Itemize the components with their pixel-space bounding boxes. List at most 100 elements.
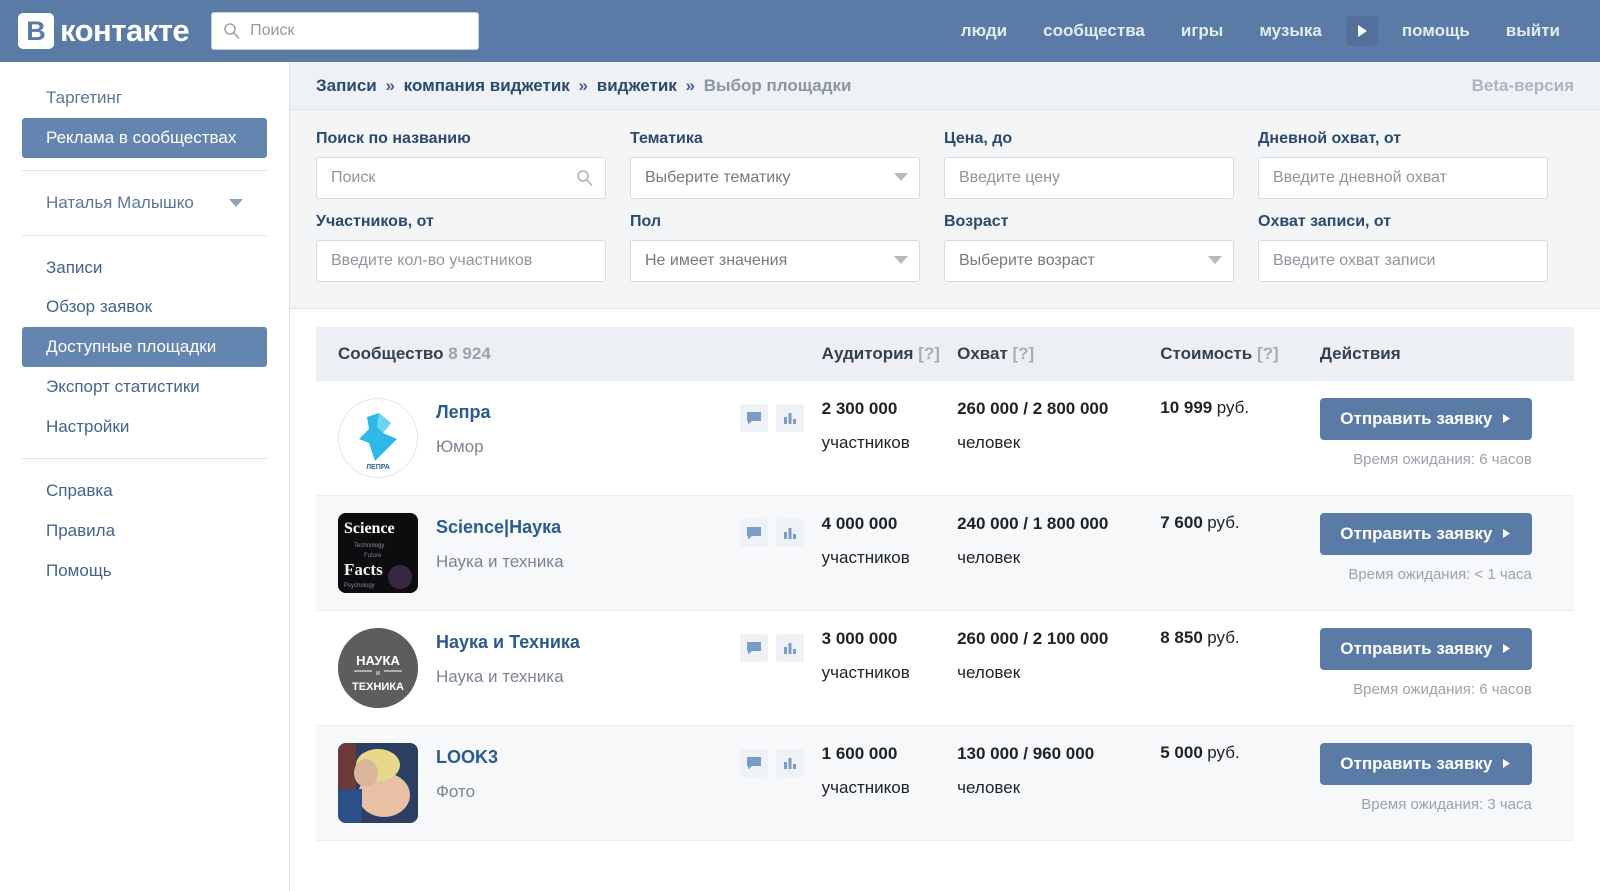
svg-text:НАУКА: НАУКА (356, 653, 400, 668)
reach-value: 130 000 / 960 000 (957, 743, 1160, 764)
topic-select[interactable]: Выберите тематику (630, 157, 920, 199)
price-currency: руб. (1207, 743, 1239, 762)
look3-photo[interactable] (338, 743, 418, 823)
bar-chart-icon[interactable] (776, 404, 804, 432)
svg-text:и: и (376, 670, 380, 677)
filter-daily-reach-min: Дневной охват, от (1258, 130, 1548, 199)
wait-time-text: Время ожидания: 6 часов (1320, 451, 1532, 468)
send-request-button[interactable]: Отправить заявку (1320, 513, 1532, 555)
send-request-label: Отправить заявку (1340, 524, 1492, 544)
sidebar-item-export-stats[interactable]: Экспорт статистики (22, 367, 267, 407)
send-request-button[interactable]: Отправить заявку (1320, 398, 1532, 440)
community-name-link[interactable]: Science|Наука (436, 517, 564, 538)
message-icon[interactable] (740, 749, 768, 777)
filter-label: Тематика (630, 130, 920, 148)
community-name-link[interactable]: Наука и Техника (436, 632, 580, 653)
message-icon[interactable] (740, 519, 768, 547)
sidebar-divider-3 (22, 458, 267, 459)
column-header-label: Сообщество (338, 344, 444, 363)
nav-item-communities[interactable]: сообщества (1025, 15, 1163, 47)
nav-item-games[interactable]: игры (1163, 15, 1241, 47)
age-select[interactable]: Выберите возраст (944, 240, 1234, 282)
column-header-label: Стоимость (1160, 344, 1252, 363)
price-cell: 7 600 руб. (1160, 513, 1320, 533)
filter-label: Пол (630, 213, 920, 231)
arrow-right-icon (1502, 409, 1511, 429)
members-input[interactable] (316, 240, 606, 282)
sidebar-item-requests[interactable]: Обзор заявок (22, 287, 267, 327)
vk-logo-text: контакте (60, 13, 189, 49)
daily-reach-input[interactable] (1258, 157, 1548, 199)
table-row: LOOK3 Фото 1 (316, 726, 1574, 841)
audience-unit: участников (822, 663, 957, 683)
price-help-icon[interactable]: [?] (1257, 344, 1279, 363)
nav-item-people[interactable]: люди (943, 15, 1025, 47)
message-icon[interactable] (740, 634, 768, 662)
breadcrumb-item-widget[interactable]: виджетик (597, 76, 677, 95)
sidebar-item-help[interactable]: Помощь (22, 551, 267, 591)
community-name-link[interactable]: Лепра (436, 402, 491, 423)
post-reach-input[interactable] (1258, 240, 1548, 282)
sidebar-item-records[interactable]: Записи (22, 248, 267, 288)
message-icon[interactable] (740, 404, 768, 432)
community-cell: НАУКА и ТЕХНИКА Наука и Техника Наука и … (338, 628, 822, 708)
send-request-label: Отправить заявку (1340, 409, 1492, 429)
bar-chart-icon[interactable] (776, 634, 804, 662)
bar-chart-icon[interactable] (776, 519, 804, 547)
search-name-input[interactable] (316, 157, 606, 199)
filter-row-2: Участников, от Пол Не имеет значения В (316, 213, 1574, 282)
sidebar-item-reference[interactable]: Справка (22, 471, 267, 511)
vk-logo[interactable]: В контакте (18, 11, 189, 51)
svg-text:Future: Future (364, 553, 382, 559)
breadcrumb-item-campaign[interactable]: компания виджетик (404, 76, 570, 95)
play-icon[interactable] (1346, 16, 1378, 46)
nav-item-logout[interactable]: выйти (1488, 15, 1578, 47)
age-select-value: Выберите возраст (959, 252, 1095, 270)
audience-cell: 1 600 000 участников (822, 743, 957, 798)
nav-item-help[interactable]: помощь (1384, 15, 1488, 47)
filter-row-1: Поиск по названию Тематика Выберите те (316, 130, 1574, 199)
community-cell: Science Technology Future Facts Psycholo… (338, 513, 822, 593)
filter-search-by-name: Поиск по названию (316, 130, 606, 199)
nav-item-music[interactable]: музыка (1241, 15, 1340, 47)
reach-help-icon[interactable]: [?] (1013, 344, 1035, 363)
price-currency: руб. (1207, 513, 1239, 532)
filter-gender: Пол Не имеет значения (630, 213, 920, 282)
communities-table: Сообщество 8 924 Аудитория [?] Охват [?]… (290, 309, 1600, 841)
table-row: Science Technology Future Facts Psycholo… (316, 496, 1574, 611)
community-topic: Юмор (436, 437, 491, 457)
account-selector[interactable]: Наталья Малышко (22, 183, 267, 223)
wait-time-text: Время ожидания: 6 часов (1320, 681, 1532, 698)
price-input[interactable] (944, 157, 1234, 199)
search-input[interactable] (211, 12, 479, 50)
topic-select-value: Выберите тематику (645, 169, 790, 187)
nauka-logo[interactable]: НАУКА и ТЕХНИКА (338, 628, 418, 708)
reach-value: 260 000 / 2 800 000 (957, 398, 1160, 419)
header-search[interactable] (211, 12, 479, 50)
community-topic: Наука и техника (436, 667, 580, 687)
top-nav: люди сообщества игры музыка помощь выйти (943, 15, 1600, 47)
audience-unit: участников (822, 548, 957, 568)
community-meta: Science|Наука Наука и техника (436, 513, 564, 572)
breadcrumb-item-records[interactable]: Записи (316, 76, 377, 95)
community-name-link[interactable]: LOOK3 (436, 747, 498, 768)
gender-select[interactable]: Не имеет значения (630, 240, 920, 282)
audience-help-icon[interactable]: [?] (918, 344, 940, 363)
breadcrumb-separator: » (579, 76, 588, 95)
reach-cell: 260 000 / 2 100 000 человек (957, 628, 1160, 683)
science-logo[interactable]: Science Technology Future Facts Psycholo… (338, 513, 418, 593)
bar-chart-icon[interactable] (776, 749, 804, 777)
svg-text:Science: Science (344, 520, 395, 537)
send-request-button[interactable]: Отправить заявку (1320, 743, 1532, 785)
sidebar-item-settings[interactable]: Настройки (22, 407, 267, 447)
send-request-button[interactable]: Отправить заявку (1320, 628, 1532, 670)
reach-unit: человек (957, 433, 1160, 453)
sidebar-item-community-ads[interactable]: Реклама в сообществах (22, 118, 267, 158)
arrow-right-icon (1502, 524, 1511, 544)
lepra-logo[interactable]: ЛЕПРА (338, 398, 418, 478)
filters-panel: Поиск по названию Тематика Выберите те (290, 110, 1600, 309)
sidebar-item-targeting[interactable]: Таргетинг (22, 78, 267, 118)
sidebar-item-available-platforms[interactable]: Доступные площадки (22, 327, 267, 367)
reach-value: 260 000 / 2 100 000 (957, 628, 1160, 649)
sidebar-item-rules[interactable]: Правила (22, 511, 267, 551)
